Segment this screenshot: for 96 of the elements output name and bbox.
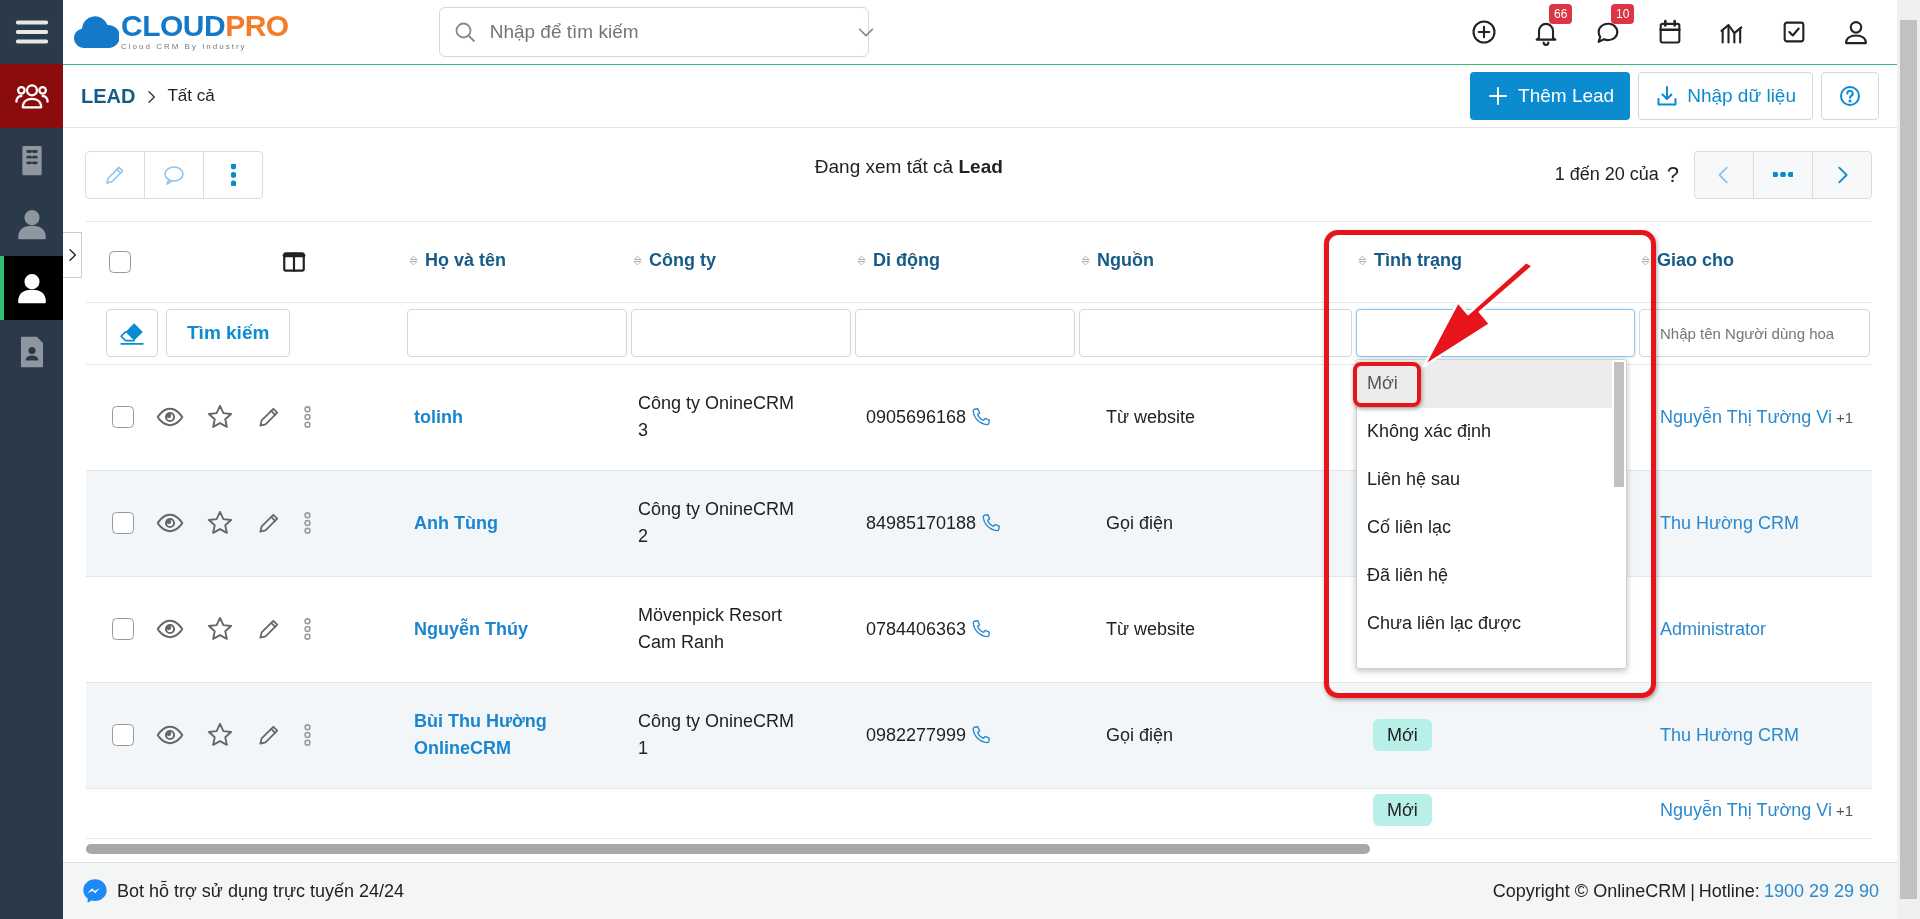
action-button[interactable]: Nhập dữ liệu: [1638, 72, 1813, 120]
dots-icon[interactable]: [304, 406, 311, 428]
column-header[interactable]: Giao cho: [1657, 247, 1734, 275]
breadcrumb-current: Tất cả: [167, 85, 215, 108]
dots-icon: [1773, 172, 1793, 177]
scrollbar[interactable]: [86, 844, 1370, 854]
chat-bot-text: Bot hỗ trợ sử dụng trực tuyến 24/24: [117, 879, 405, 903]
phone-icon[interactable]: [970, 406, 993, 428]
phone-icon[interactable]: [980, 512, 1003, 534]
scrollbar[interactable]: [1614, 361, 1624, 487]
dots-icon[interactable]: [304, 724, 311, 746]
filter-field[interactable]: [855, 309, 1075, 357]
calendar-icon[interactable]: [1656, 18, 1684, 46]
clear-filter-button[interactable]: [106, 309, 158, 357]
assignee-count: +1: [1835, 407, 1854, 428]
lead-name-link[interactable]: tolinh: [406, 403, 566, 431]
column-header[interactable]: Nguồn: [1097, 247, 1154, 275]
row-checkbox[interactable]: [112, 724, 134, 746]
record-total: ?: [1666, 161, 1679, 189]
row-checkbox[interactable]: [112, 406, 134, 428]
view-title: Đang xem tất cả Lead: [814, 156, 1003, 178]
filter-field[interactable]: [1079, 309, 1352, 357]
logo-text: PRO: [225, 11, 289, 41]
dropdown-option[interactable]: Không xác định: [1357, 407, 1612, 456]
help-button[interactable]: [1821, 72, 1879, 120]
phone-icon[interactable]: [970, 724, 993, 746]
company-cell-text: Công ty OnineCRM 1: [637, 710, 796, 760]
notification-badge: 66: [1549, 4, 1573, 24]
source-cell-text: Từ website: [1105, 617, 1196, 641]
dropdown-option[interactable]: Mới: [1357, 359, 1612, 408]
lead-name-link[interactable]: Nguyễn Thúy: [406, 615, 566, 643]
phone-icon[interactable]: [970, 618, 993, 640]
pager-button[interactable]: [1753, 150, 1813, 199]
status-badge: Mới: [1373, 718, 1432, 751]
star-icon[interactable]: [206, 721, 234, 749]
column-header[interactable]: Di động: [873, 247, 940, 275]
logo-tagline: Cloud CRM By Industry: [121, 41, 248, 53]
assignee-link[interactable]: Administrator: [1660, 615, 1767, 643]
dots-icon[interactable]: [304, 618, 311, 640]
column-header[interactable]: Công ty: [649, 247, 716, 275]
dropdown-option[interactable]: Liên hệ sau: [1357, 455, 1612, 504]
plus-circle-icon[interactable]: [1470, 18, 1498, 46]
cloud-logo-icon: [73, 14, 119, 50]
download-icon: [1655, 84, 1680, 108]
record-range: 1 đến 20 của: [1554, 163, 1659, 186]
assignee-count: +1: [1835, 800, 1854, 821]
filter-field[interactable]: [407, 309, 627, 357]
column-header[interactable]: Họ và tên: [425, 247, 507, 275]
column-header[interactable]: Tình trạng: [1374, 247, 1462, 275]
select-all-checkbox[interactable]: [109, 250, 131, 273]
scrollbar[interactable]: [1897, 0, 1920, 919]
sidebar-item[interactable]: [0, 256, 63, 320]
filter-field[interactable]: [631, 309, 851, 357]
messenger-icon[interactable]: [81, 877, 109, 905]
status-badge: Mới: [1373, 793, 1432, 826]
dots-icon[interactable]: [304, 512, 311, 534]
phone-cell-text: 0982277999: [866, 723, 967, 747]
company-cell-text: Mövenpick Resort Cam Ranh: [637, 604, 784, 654]
phone-cell-text: 84985170188: [866, 511, 977, 535]
action-button[interactable]: Thêm Lead: [1470, 72, 1631, 120]
assignee-link[interactable]: Nguyễn Thị Tường Vi: [1660, 796, 1832, 824]
star-icon[interactable]: [206, 509, 234, 537]
assignee-link[interactable]: Nguyễn Thị Tường Vi: [1660, 403, 1832, 431]
company-cell-text: Công ty OnineCRM 3: [637, 392, 796, 442]
breadcrumb-link[interactable]: LEAD: [81, 81, 136, 111]
dots-icon: [230, 163, 236, 186]
row-checkbox[interactable]: [112, 618, 134, 640]
dropdown-option[interactable]: Chưa liên lạc được: [1357, 599, 1612, 648]
separator-text: |: [1690, 879, 1695, 903]
search-button[interactable]: Tìm kiếm: [166, 309, 291, 357]
sidebar-toggle[interactable]: [63, 232, 82, 278]
star-icon[interactable]: [206, 615, 234, 643]
dropdown-option[interactable]: Cố liên lạc: [1357, 503, 1612, 552]
phone-cell-text: 0784406363: [866, 617, 967, 641]
hotline-link[interactable]: 1900 29 29 90: [1763, 877, 1879, 905]
copyright-text: Copyright © OnlineCRM: [1492, 879, 1687, 903]
user-icon[interactable]: [1842, 18, 1870, 46]
filter-field[interactable]: Nhập tên Người dùng hoa: [1639, 309, 1870, 357]
notification-badge: 10: [1611, 4, 1635, 24]
toolbar-button[interactable]: [203, 150, 263, 199]
company-cell-text: Công ty OnineCRM 2: [637, 498, 796, 548]
sidebar-item[interactable]: [0, 64, 63, 128]
row-checkbox[interactable]: [112, 512, 134, 534]
lead-name-link[interactable]: Anh Tùng: [406, 509, 566, 537]
search-field[interactable]: Nhập để tìm kiếm: [438, 7, 869, 57]
help-icon: [1838, 84, 1862, 108]
phone-cell-text: 0905696168: [866, 405, 967, 429]
assignee-link[interactable]: Thu Hường CRM: [1660, 721, 1799, 749]
hotline-label: Hotline:: [1698, 879, 1760, 903]
star-icon[interactable]: [206, 403, 234, 431]
assignee-link[interactable]: Thu Hường CRM: [1660, 509, 1799, 537]
source-cell-text: Từ website: [1105, 405, 1196, 429]
dropdown-option[interactable]: Đã liên hệ: [1357, 551, 1612, 600]
source-cell-text: Gọi điện: [1105, 511, 1174, 535]
logo-text: CLOUD: [121, 11, 226, 41]
source-cell-text: Gọi điện: [1105, 723, 1174, 747]
